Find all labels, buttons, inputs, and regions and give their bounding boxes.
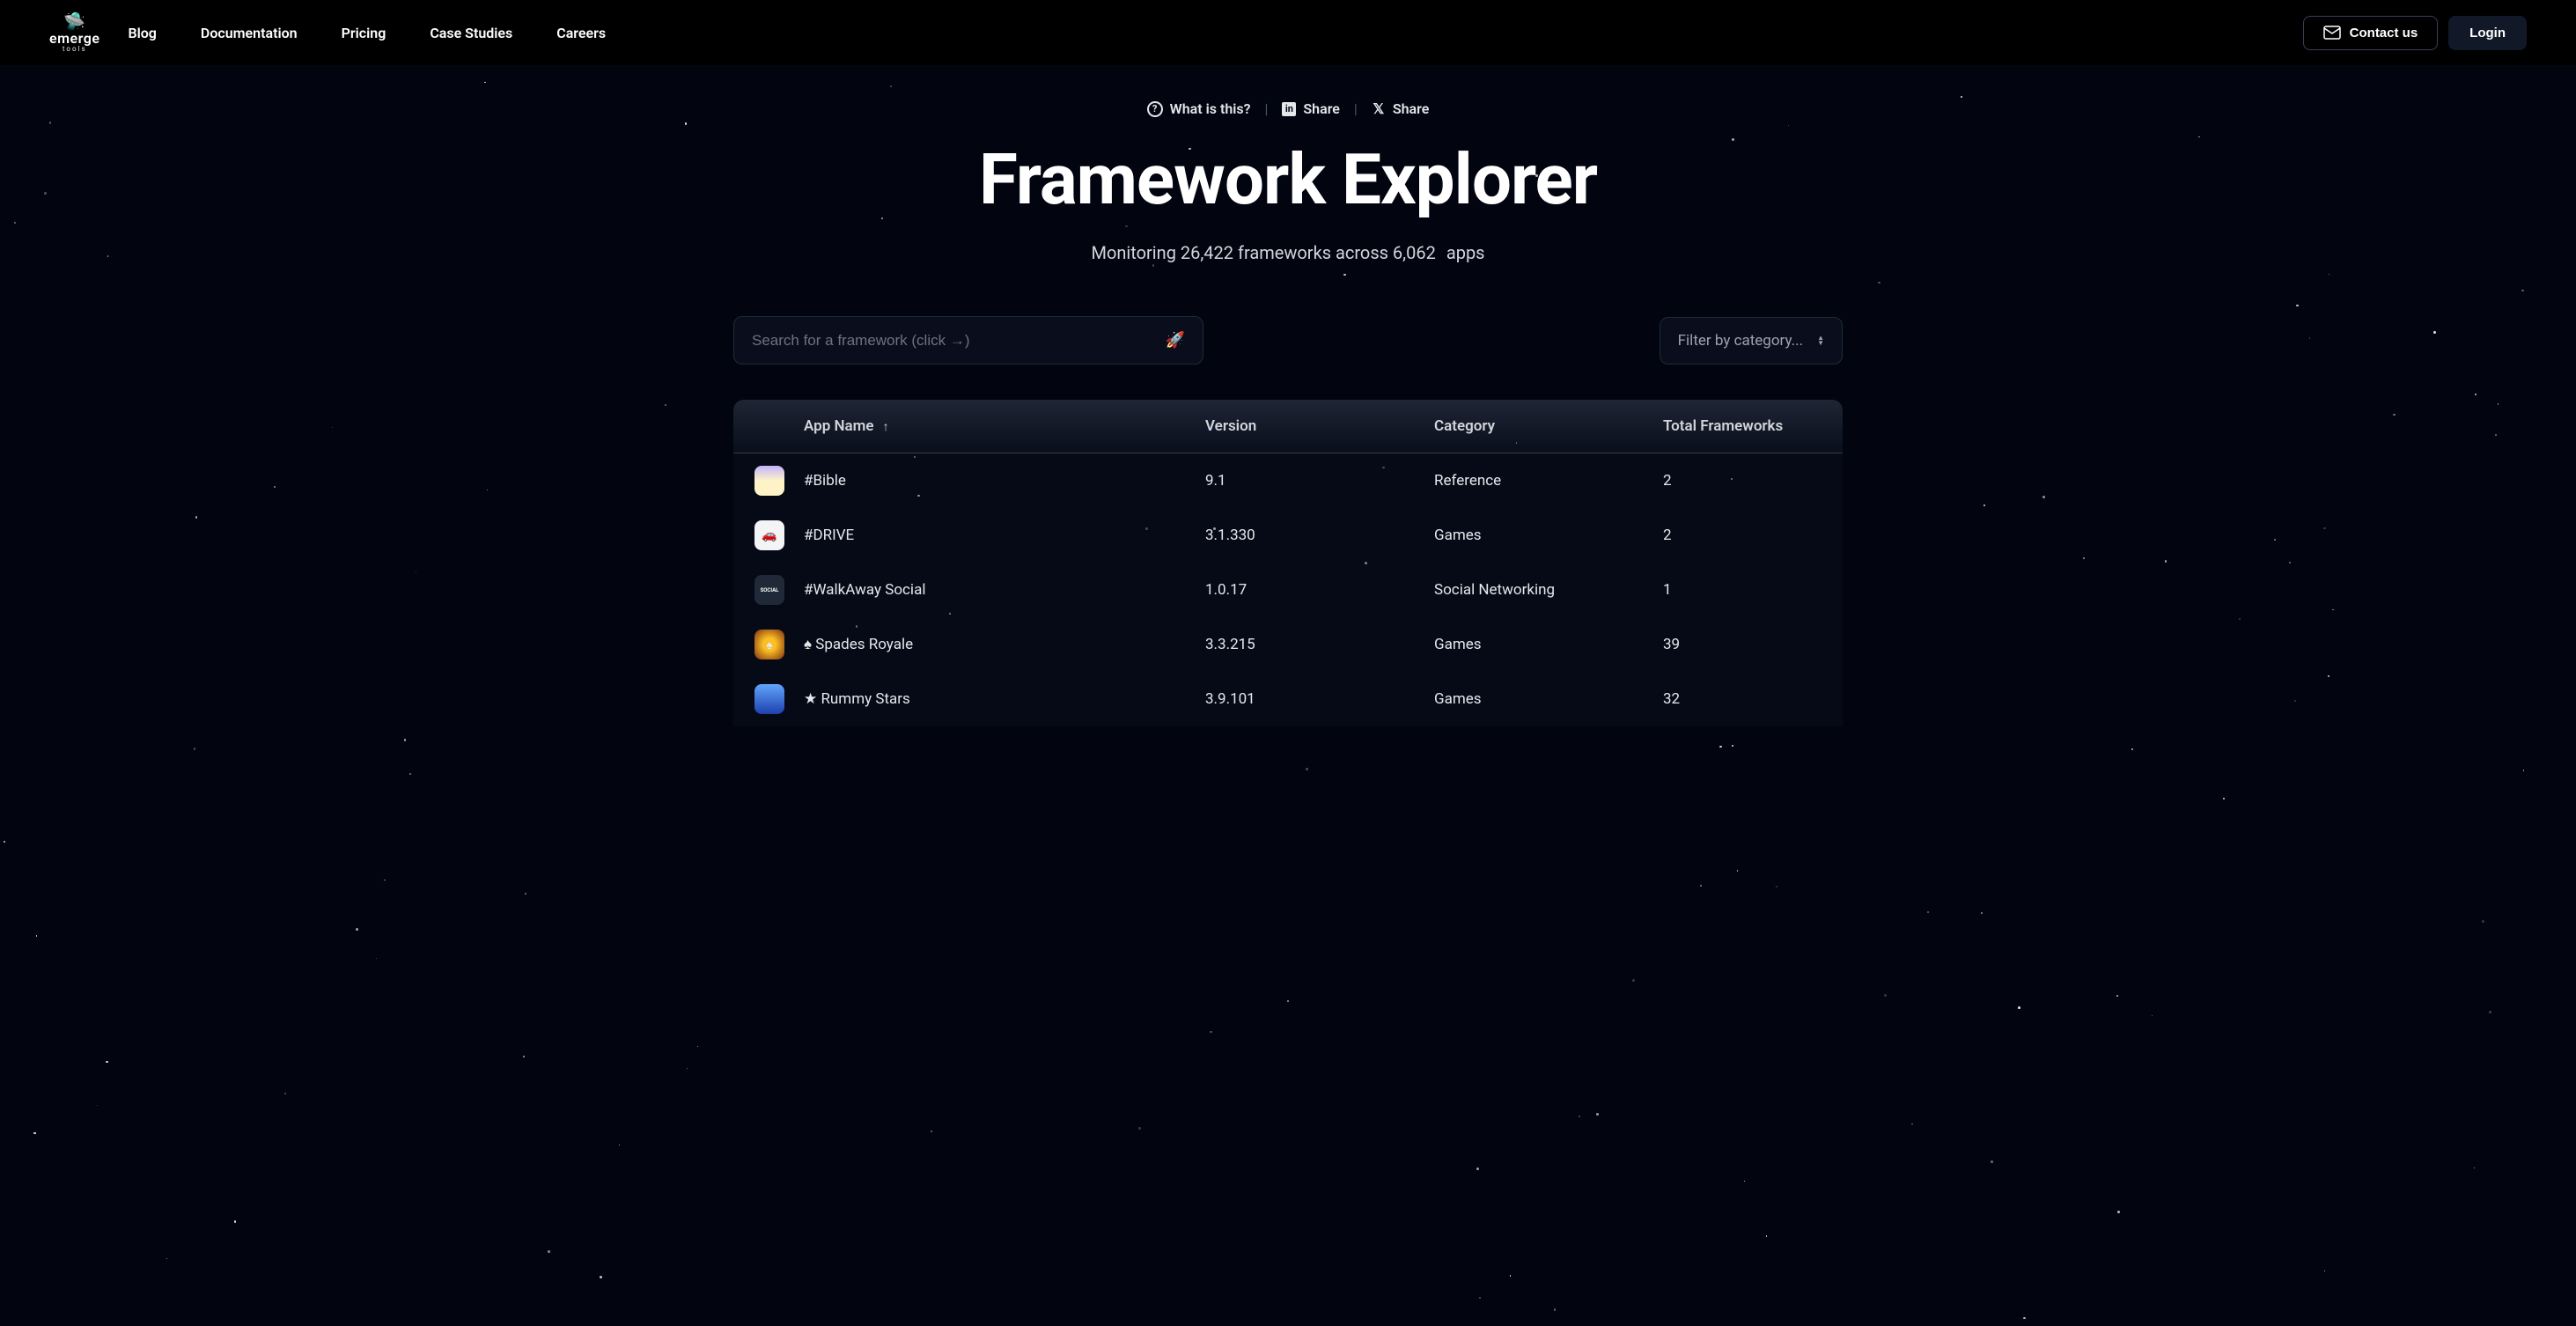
search-input[interactable] — [752, 332, 1166, 350]
th-app-name[interactable]: App Name ↑ — [804, 417, 1205, 435]
td-version: 1.0.17 — [1205, 581, 1434, 599]
th-icon — [754, 417, 804, 435]
td-icon — [754, 684, 804, 714]
td-category: Games — [1434, 636, 1663, 653]
td-total: 1 — [1663, 581, 1822, 599]
td-category: Reference — [1434, 472, 1663, 490]
td-total: 32 — [1663, 690, 1822, 708]
table-container: App Name ↑ Version Category Total Framew… — [716, 400, 1860, 726]
app-icon — [754, 684, 784, 714]
th-total[interactable]: Total Frameworks — [1663, 417, 1822, 435]
share-x-link[interactable]: 𝕏 Share — [1372, 100, 1430, 117]
app-icon: 🚗 — [754, 520, 784, 550]
subtitle-prefix: Monitoring 26,422 frameworks across 6,06… — [1091, 242, 1435, 263]
envelope-icon — [2323, 26, 2341, 40]
td-name: #WalkAway Social — [804, 581, 1205, 599]
nav-pricing[interactable]: Pricing — [342, 25, 386, 41]
nav-right: Contact us Login — [2303, 16, 2527, 50]
divider: | — [1354, 100, 1358, 117]
linkedin-icon: in — [1282, 102, 1296, 116]
chevrons-icon: ▲▼ — [1817, 335, 1824, 345]
nav-documentation[interactable]: Documentation — [201, 25, 298, 41]
td-version: 3.3.215 — [1205, 636, 1434, 653]
app-icon — [754, 466, 784, 496]
th-category[interactable]: Category — [1434, 417, 1663, 435]
td-icon: 🚗 — [754, 520, 804, 550]
share-linkedin-label: Share — [1303, 100, 1340, 117]
th-version[interactable]: Version — [1205, 417, 1434, 435]
page-title: Framework Explorer — [0, 138, 2576, 221]
table-body: #Bible 9.1 Reference 2 🚗 #DRIVE 3.1.330 … — [733, 453, 1843, 726]
nav-links: Blog Documentation Pricing Case Studies … — [128, 25, 606, 41]
nav-case-studies[interactable]: Case Studies — [430, 25, 512, 41]
td-icon: SOCIAL — [754, 575, 804, 605]
filter-dropdown[interactable]: Filter by category... ▲▼ — [1660, 317, 1843, 365]
table-header: App Name ↑ Version Category Total Framew… — [733, 400, 1843, 453]
filter-label: Filter by category... — [1678, 332, 1803, 350]
apps-table: App Name ↑ Version Category Total Framew… — [733, 400, 1843, 726]
td-version: 3.9.101 — [1205, 690, 1434, 708]
hero-top-links: ? What is this? | in Share | 𝕏 Share — [0, 100, 2576, 117]
th-name-label: App Name — [804, 417, 874, 435]
navbar: 🛸 emerge tools Blog Documentation Pricin… — [0, 0, 2576, 65]
share-linkedin-link[interactable]: in Share — [1282, 100, 1340, 117]
hero: ? What is this? | in Share | 𝕏 Share Fra… — [0, 100, 2576, 263]
td-name: ♠ Spades Royale — [804, 636, 1205, 653]
sort-arrow-icon: ↑ — [883, 419, 889, 434]
td-category: Games — [1434, 527, 1663, 544]
main-content: ? What is this? | in Share | 𝕏 Share Fra… — [0, 65, 2576, 762]
subtitle-suffix: apps — [1446, 242, 1485, 263]
table-row[interactable]: 🚗 #DRIVE 3.1.330 Games 2 — [733, 508, 1843, 563]
td-category: Games — [1434, 690, 1663, 708]
nav-blog[interactable]: Blog — [128, 25, 156, 41]
divider: | — [1265, 100, 1269, 117]
help-icon: ? — [1147, 101, 1163, 117]
logo[interactable]: 🛸 emerge tools — [49, 12, 99, 53]
td-name: #DRIVE — [804, 527, 1205, 544]
controls-row: 🚀 Filter by category... ▲▼ — [716, 316, 1860, 365]
td-category: Social Networking — [1434, 581, 1663, 599]
td-version: 3.1.330 — [1205, 527, 1434, 544]
table-row[interactable]: #Bible 9.1 Reference 2 — [733, 453, 1843, 508]
table-row[interactable]: SOCIAL #WalkAway Social 1.0.17 Social Ne… — [733, 563, 1843, 617]
td-name: #Bible — [804, 472, 1205, 490]
contact-label: Contact us — [2350, 26, 2418, 41]
nav-careers[interactable]: Careers — [556, 25, 606, 41]
td-total: 2 — [1663, 527, 1822, 544]
subtitle: Monitoring 26,422 frameworks across 6,06… — [0, 242, 2576, 263]
td-icon — [754, 466, 804, 496]
table-row[interactable]: ★ Rummy Stars 3.9.101 Games 32 — [733, 672, 1843, 726]
login-button[interactable]: Login — [2448, 16, 2527, 50]
td-total: 2 — [1663, 472, 1822, 490]
what-is-this-label: What is this? — [1170, 100, 1251, 117]
app-icon: ♠ — [754, 630, 784, 659]
contact-button[interactable]: Contact us — [2303, 16, 2439, 50]
share-x-label: Share — [1393, 100, 1430, 117]
app-icon: SOCIAL — [754, 575, 784, 605]
logo-subtext: tools — [63, 45, 87, 53]
rocket-icon: 🚀 — [1166, 331, 1185, 350]
td-icon: ♠ — [754, 630, 804, 659]
table-row[interactable]: ♠ ♠ Spades Royale 3.3.215 Games 39 — [733, 617, 1843, 672]
search-box[interactable]: 🚀 — [733, 316, 1203, 365]
td-name: ★ Rummy Stars — [804, 690, 1205, 708]
x-icon: 𝕏 — [1372, 102, 1386, 116]
what-is-this-link[interactable]: ? What is this? — [1147, 100, 1251, 117]
td-total: 39 — [1663, 636, 1822, 653]
ufo-icon: 🛸 — [63, 12, 85, 30]
td-version: 9.1 — [1205, 472, 1434, 490]
